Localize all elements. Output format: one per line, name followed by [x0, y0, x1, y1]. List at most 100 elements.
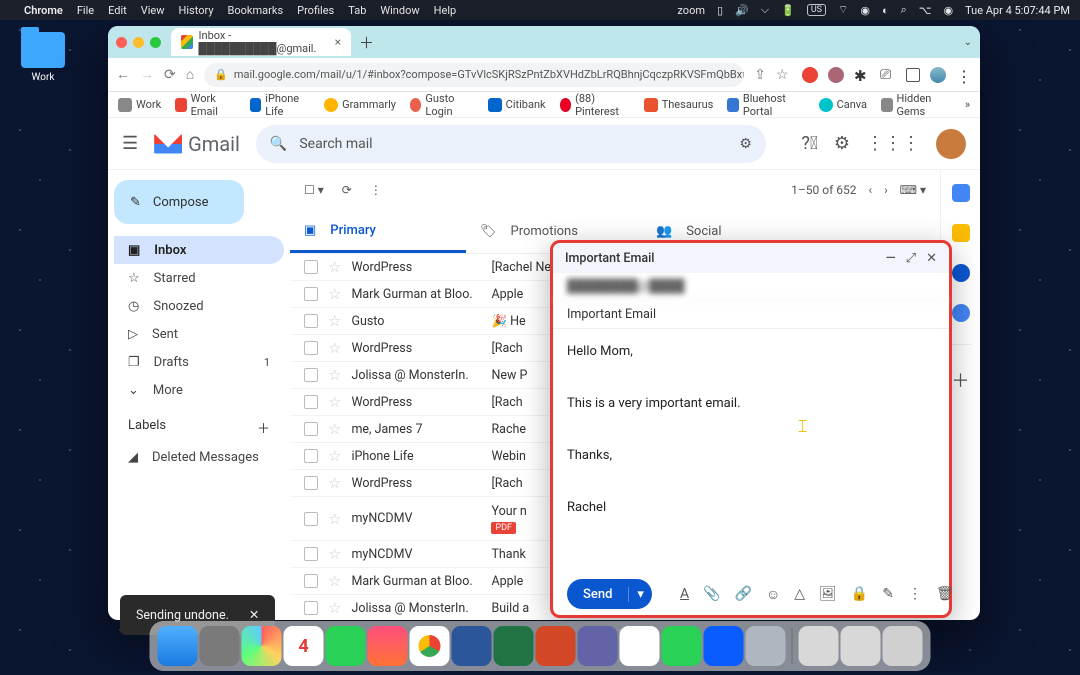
insert-link-icon[interactable]: 🔗: [735, 586, 752, 602]
star-toggle-icon[interactable]: ☆: [328, 393, 341, 411]
tab-close-icon[interactable]: ×: [335, 35, 341, 49]
addons-plus-icon[interactable]: ＋: [952, 367, 970, 385]
dock-powerpoint[interactable]: [536, 626, 576, 666]
clock-icon[interactable]: ◐: [882, 4, 889, 17]
dock-finder[interactable]: [158, 626, 198, 666]
dock-word[interactable]: [452, 626, 492, 666]
star-toggle-icon[interactable]: ☆: [328, 572, 341, 590]
profile-avatar-icon[interactable]: [930, 67, 946, 83]
extension-notification-icon[interactable]: [802, 67, 818, 83]
row-checkbox[interactable]: [304, 422, 318, 436]
discard-trash-icon[interactable]: 🗑: [936, 586, 954, 602]
keep-sidepanel-icon[interactable]: [952, 224, 970, 242]
new-tab-button[interactable]: ＋: [359, 32, 374, 53]
menubar-phone-icon[interactable]: ▯: [717, 4, 723, 17]
compose-more-icon[interactable]: ⋮: [908, 586, 922, 602]
menu-help[interactable]: Help: [434, 4, 457, 17]
compose-body[interactable]: 𝙸 Hello Mom, This is a very important em…: [553, 329, 949, 573]
share-button[interactable]: ⇪: [754, 67, 766, 83]
bookmark-work[interactable]: Work: [118, 98, 161, 112]
insert-signature-pen-icon[interactable]: ✎: [882, 586, 894, 602]
formatting-options-icon[interactable]: A: [680, 586, 689, 602]
dock-slack[interactable]: [620, 626, 660, 666]
help-icon[interactable]: ?⃝: [801, 133, 818, 154]
reload-button[interactable]: ⟳: [164, 67, 176, 83]
next-page-icon[interactable]: ›: [884, 183, 888, 197]
row-checkbox[interactable]: [304, 395, 318, 409]
send-button[interactable]: Send ▾: [567, 579, 652, 609]
account-avatar[interactable]: [936, 129, 966, 159]
insert-emoji-icon[interactable]: ☺: [766, 586, 780, 603]
compose-button[interactable]: ✎ Compose: [114, 180, 244, 224]
bookmarks-overflow-icon[interactable]: »: [965, 98, 970, 111]
main-menu-icon[interactable]: ☰: [122, 133, 138, 154]
menu-edit[interactable]: Edit: [108, 4, 127, 17]
search-options-icon[interactable]: ⚙: [739, 136, 752, 152]
extension-icon[interactable]: [828, 67, 844, 83]
dock-preview[interactable]: [746, 626, 786, 666]
zoom-label[interactable]: zoom: [677, 4, 705, 17]
star-toggle-icon[interactable]: ☆: [328, 285, 341, 303]
bookmark-iphone-life[interactable]: iPhone Life: [250, 92, 310, 118]
send-options-icon[interactable]: ▾: [628, 587, 652, 602]
bookmark-canva[interactable]: Canva: [819, 98, 867, 112]
star-toggle-icon[interactable]: ☆: [328, 599, 341, 617]
star-toggle-icon[interactable]: ☆: [328, 545, 341, 563]
menubar-datetime[interactable]: Tue Apr 4 5:07:44 PM: [965, 4, 1070, 17]
bookmark-hidden-gems[interactable]: Hidden Gems: [881, 92, 951, 118]
confidential-mode-lock-icon[interactable]: 🔒: [851, 586, 868, 602]
compose-to-field[interactable]: ████████@████: [553, 273, 949, 301]
row-checkbox[interactable]: [304, 476, 318, 490]
siri-icon[interactable]: ◉: [943, 4, 953, 17]
row-checkbox[interactable]: [304, 314, 318, 328]
select-all-checkbox[interactable]: ☐ ▾: [304, 183, 324, 197]
row-checkbox[interactable]: [304, 287, 318, 301]
compose-subject-field[interactable]: Important Email: [553, 301, 949, 329]
window-minimize-button[interactable]: [133, 37, 144, 48]
drive-icon[interactable]: △: [794, 586, 805, 602]
cast-icon[interactable]: ⎚: [880, 67, 896, 83]
menu-file[interactable]: File: [77, 4, 94, 17]
volume-icon[interactable]: 🔊: [735, 4, 749, 17]
dock-music[interactable]: [368, 626, 408, 666]
bookmark-bluehost[interactable]: Bluehost Portal: [727, 92, 804, 118]
dock-chrome[interactable]: [410, 626, 450, 666]
nav-snoozed[interactable]: ◷Snoozed: [114, 292, 284, 320]
row-checkbox[interactable]: [304, 260, 318, 274]
bluetooth-icon[interactable]: ⌵: [761, 3, 769, 17]
add-label-icon[interactable]: ＋: [257, 418, 270, 437]
battery-icon[interactable]: 🔋: [781, 4, 795, 17]
wifi-icon[interactable]: ⌔: [838, 3, 848, 17]
row-checkbox[interactable]: [304, 574, 318, 588]
dock-launchpad[interactable]: [242, 626, 282, 666]
compose-header[interactable]: Important Email — ⤢ ✕: [553, 243, 949, 273]
compose-minimize-icon[interactable]: —: [886, 251, 896, 266]
search-mail-field[interactable]: 🔍 Search mail ⚙: [256, 125, 766, 163]
menu-window[interactable]: Window: [380, 4, 419, 17]
gmail-logo[interactable]: Gmail: [154, 132, 240, 156]
row-checkbox[interactable]: [304, 601, 318, 615]
apps-grid-icon[interactable]: ⋮⋮⋮: [866, 133, 920, 154]
nav-drafts[interactable]: ❐Drafts1: [114, 348, 284, 376]
dock-messages[interactable]: [326, 626, 366, 666]
tab-overflow-button[interactable]: ⌄: [964, 37, 972, 48]
nav-starred[interactable]: ☆Starred: [114, 264, 284, 292]
chrome-menu-icon[interactable]: ⋮: [956, 67, 972, 83]
menu-tab[interactable]: Tab: [348, 4, 366, 17]
extensions-puzzle-icon[interactable]: ✱: [854, 67, 870, 83]
bookmark-gusto[interactable]: Gusto Login: [410, 92, 474, 118]
menu-profiles[interactable]: Profiles: [297, 4, 334, 17]
label-deleted-messages[interactable]: ◢Deleted Messages: [114, 443, 284, 471]
control-center-icon[interactable]: ⌥: [919, 4, 932, 17]
row-checkbox[interactable]: [304, 368, 318, 382]
bookmark-work-email[interactable]: Work Email: [175, 92, 236, 118]
bookmark-citibank[interactable]: Citibank: [488, 98, 546, 112]
input-tools-icon[interactable]: ⌨ ▾: [900, 183, 926, 197]
star-toggle-icon[interactable]: ☆: [328, 510, 341, 528]
input-source[interactable]: US: [807, 4, 826, 16]
user-icon[interactable]: ◉: [860, 4, 870, 17]
dock-calendar[interactable]: 4: [284, 626, 324, 666]
dock-folder[interactable]: [799, 626, 839, 666]
refresh-icon[interactable]: ⟳: [342, 183, 352, 197]
bookmark-grammarly[interactable]: Grammarly: [324, 98, 396, 112]
